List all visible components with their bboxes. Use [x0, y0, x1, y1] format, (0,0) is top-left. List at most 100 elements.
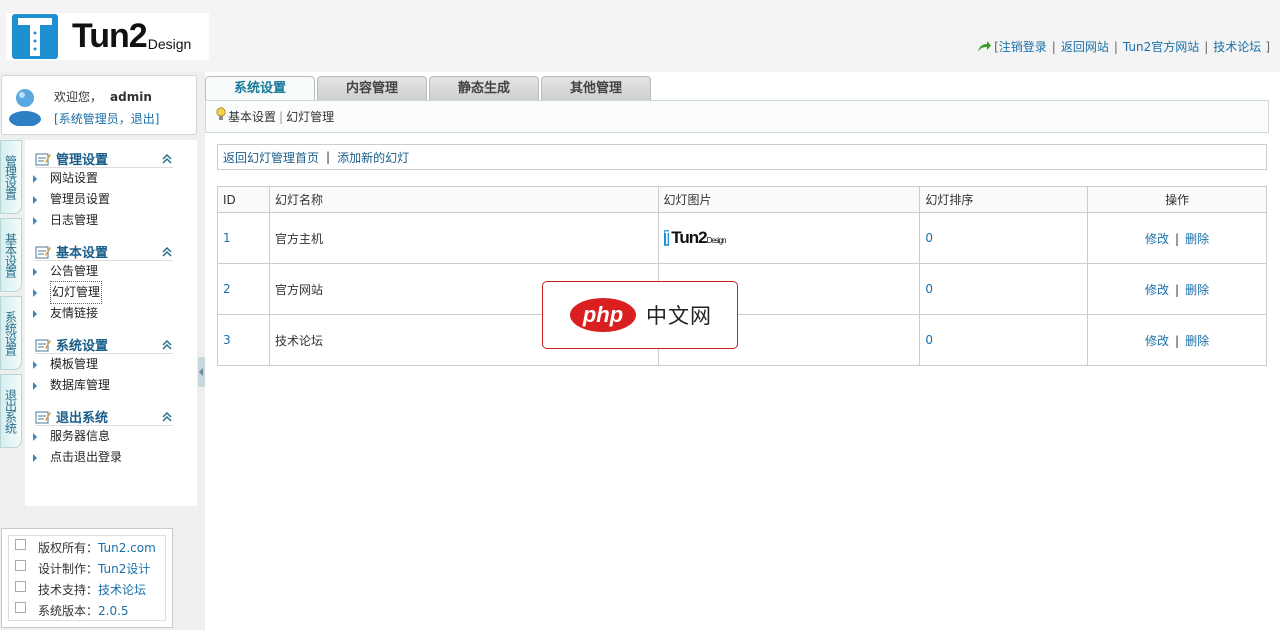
- cell-actions: 修改 | 删除: [1087, 314, 1267, 366]
- logo[interactable]: Tun2 Design: [6, 13, 209, 60]
- menu-item[interactable]: 友情链接: [33, 303, 197, 324]
- separator: |: [1113, 39, 1118, 54]
- collapse-icon[interactable]: [161, 411, 173, 423]
- table-row: 3 技术论坛 Tun2Design 0 修改|删除: [217, 314, 1267, 366]
- info-row: 版权所有： Tun2.com: [15, 537, 159, 558]
- delete-link[interactable]: 删除: [1185, 232, 1209, 246]
- arrow-right-icon: [33, 174, 37, 183]
- menu-group: 管理设置 网站设置 管理员设置 日志管理: [25, 150, 197, 231]
- back-to-site-link[interactable]: 返回网站: [1061, 38, 1109, 55]
- vtab-system-settings[interactable]: 系统设置: [0, 296, 22, 370]
- breadcrumb-item[interactable]: 基本设置: [228, 110, 276, 124]
- separator: |: [326, 150, 331, 164]
- collapse-icon[interactable]: [161, 153, 173, 165]
- welcome-text: 欢迎您，: [54, 90, 103, 104]
- user-box: 欢迎您， admin [系统管理员，退出]: [1, 75, 197, 135]
- tab-system-settings[interactable]: 系统设置: [205, 76, 315, 102]
- menu-group-header[interactable]: 基本设置: [35, 243, 173, 261]
- thumb-text: Tun2Design: [671, 228, 726, 248]
- separator: |: [1051, 39, 1056, 54]
- role-link[interactable]: 系统管理员: [59, 112, 119, 126]
- collapse-icon[interactable]: [161, 339, 173, 351]
- breadcrumb: 基本设置 | 幻灯管理: [205, 100, 1269, 133]
- menu-item[interactable]: 数据库管理: [33, 375, 197, 396]
- tab-other-management[interactable]: 其他管理: [541, 76, 651, 100]
- slides-table: ID 幻灯名称 幻灯图片 幻灯排序 操作 1 官方主机 Tun2Design 0…: [217, 186, 1267, 366]
- delete-link[interactable]: 删除: [1185, 334, 1209, 348]
- cell-sort: 0: [919, 212, 1089, 264]
- cell-name: 官方主机: [268, 212, 659, 264]
- breadcrumb-trail: 基本设置 | 幻灯管理: [228, 108, 334, 125]
- collapse-icon[interactable]: [161, 246, 173, 258]
- menu-group: 退出系统 服务器信息 点击退出登录: [25, 408, 197, 468]
- info-label: 技术支持：: [38, 583, 99, 597]
- info-row: 技术支持： 技术论坛: [15, 579, 159, 600]
- column-header: 幻灯名称: [268, 186, 659, 213]
- menu-item-active[interactable]: 幻灯管理: [33, 281, 197, 304]
- back-to-slides-home-link[interactable]: 返回幻灯管理首页: [223, 149, 319, 166]
- edit-link[interactable]: 修改: [1145, 232, 1169, 246]
- breadcrumb-item[interactable]: 幻灯管理: [286, 110, 334, 124]
- menu-group-title: 基本设置: [56, 246, 109, 261]
- cell-sort: 0: [919, 314, 1089, 366]
- tab-content-management[interactable]: 内容管理: [317, 76, 427, 100]
- sidebar-collapse-handle[interactable]: [198, 357, 205, 387]
- arrow-right-icon: [33, 288, 37, 297]
- info-row: 设计制作： Tun2设计: [15, 558, 159, 579]
- menu-item[interactable]: 点击退出登录: [33, 447, 197, 468]
- cell-actions: 修改 | 删除: [1087, 263, 1267, 315]
- info-label: 系统版本：: [38, 604, 99, 618]
- edit-link[interactable]: 修改: [1145, 283, 1169, 297]
- bracket-close: ]: [1265, 39, 1270, 54]
- menu-group-header[interactable]: 系统设置: [35, 336, 173, 354]
- logout-link[interactable]: 注销登录: [999, 38, 1047, 55]
- vtab-basic-settings[interactable]: 基本设置: [0, 218, 22, 292]
- top-tabs: 系统设置 内容管理 静态生成 其他管理: [205, 76, 653, 102]
- menu-item[interactable]: 模板管理: [33, 354, 197, 375]
- arrow-right-icon: [33, 432, 37, 441]
- menu-item[interactable]: 管理员设置: [33, 189, 197, 210]
- menu-item-label: 网站设置: [50, 171, 99, 185]
- table-header-row: ID 幻灯名称 幻灯图片 幻灯排序 操作: [217, 186, 1267, 213]
- arrow-right-icon: [33, 453, 37, 462]
- user-avatar-icon: [9, 89, 41, 126]
- menu-item-label: 管理员设置: [50, 192, 111, 206]
- checkbox-icon: [15, 581, 26, 592]
- tab-static-generation[interactable]: 静态生成: [429, 76, 539, 100]
- checkbox-icon: [15, 602, 26, 613]
- info-row: 系统版本： 2.0.5: [15, 600, 159, 621]
- menu-group-title: 系统设置: [56, 339, 109, 354]
- info-value: Tun2.com: [98, 540, 156, 555]
- add-new-slide-link[interactable]: 添加新的幻灯: [337, 149, 409, 166]
- watermark: php 中文网: [542, 281, 738, 349]
- menu-item[interactable]: 服务器信息: [33, 426, 197, 447]
- menu-item[interactable]: 网站设置: [33, 168, 197, 189]
- slide-thumbnail[interactable]: Tun2Design: [663, 218, 727, 258]
- watermark-logo: php: [570, 298, 636, 332]
- official-site-link[interactable]: Tun2官方网站: [1123, 38, 1199, 55]
- menu-group-header[interactable]: 管理设置: [35, 150, 173, 168]
- menu-item-label: 服务器信息: [50, 429, 111, 443]
- delete-link[interactable]: 删除: [1185, 283, 1209, 297]
- logout-link-small[interactable]: 退出: [131, 112, 155, 126]
- cell-actions: 修改 | 删除: [1087, 212, 1267, 264]
- table-row: 2 官方网站 Tun2Design 0 修改|删除: [217, 263, 1267, 315]
- role-line: [系统管理员，退出]: [54, 110, 159, 127]
- edit-link[interactable]: 修改: [1145, 334, 1169, 348]
- notepad-icon: [35, 153, 51, 165]
- vtab-exit-system[interactable]: 退出系统: [0, 374, 22, 448]
- column-header: 幻灯图片: [657, 186, 921, 213]
- notepad-icon: [35, 246, 51, 258]
- arrow-right-icon: [33, 267, 37, 276]
- forum-link[interactable]: 技术论坛: [1213, 38, 1261, 55]
- menu-item-label: 日志管理: [50, 213, 99, 227]
- menu-item[interactable]: 日志管理: [33, 210, 197, 231]
- menu-item[interactable]: 公告管理: [33, 261, 197, 282]
- bracket-close: ]: [154, 112, 160, 126]
- vtab-manage-settings[interactable]: 管理设置: [0, 140, 22, 214]
- info-value: 2.0.5: [98, 603, 129, 618]
- separator: |: [1175, 231, 1180, 246]
- menu-item-label: 数据库管理: [50, 378, 111, 392]
- cell-id: 3: [217, 314, 270, 366]
- menu-group-header[interactable]: 退出系统: [35, 408, 173, 426]
